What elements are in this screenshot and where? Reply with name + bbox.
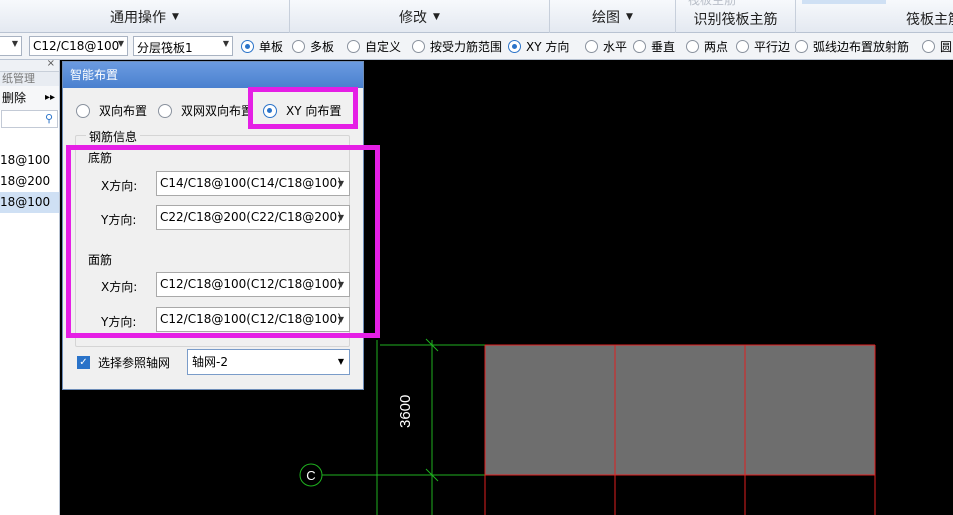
highlight-box-mode: [248, 87, 358, 129]
mode-bidirectional-label: 双向布置: [99, 104, 148, 118]
highlight-box-rebar: [66, 145, 380, 338]
ref-axis-label: 选择参照轴网: [98, 356, 171, 370]
ref-axis-checkbox[interactable]: ✓ 选择参照轴网: [77, 354, 170, 371]
ref-axis-value: 轴网-2: [192, 355, 228, 369]
dialog-title: 智能布置: [63, 62, 363, 88]
chevron-down-icon: ▼: [337, 357, 344, 366]
ref-axis-select[interactable]: 轴网-2 ▼: [187, 349, 350, 375]
radio-icon: [76, 103, 90, 118]
mode-bidirectional[interactable]: 双向布置: [76, 102, 147, 119]
raft-slab[interactable]: [485, 345, 875, 475]
axis-marker-label: C: [306, 468, 315, 483]
check-icon: ✓: [77, 356, 90, 369]
app-window: 通用操作▼ 修改▼ 绘图▼ 识别筏板主筋 筏板主筋 筏板主筋 ▼ C12/C18…: [0, 0, 953, 515]
mode-double-net[interactable]: 双网双向布置: [158, 102, 253, 119]
radio-icon: [158, 103, 172, 118]
group-label: 钢筋信息: [86, 128, 141, 145]
mode-double-net-label: 双网双向布置: [181, 104, 254, 118]
dimension-label: 3600: [397, 395, 414, 428]
